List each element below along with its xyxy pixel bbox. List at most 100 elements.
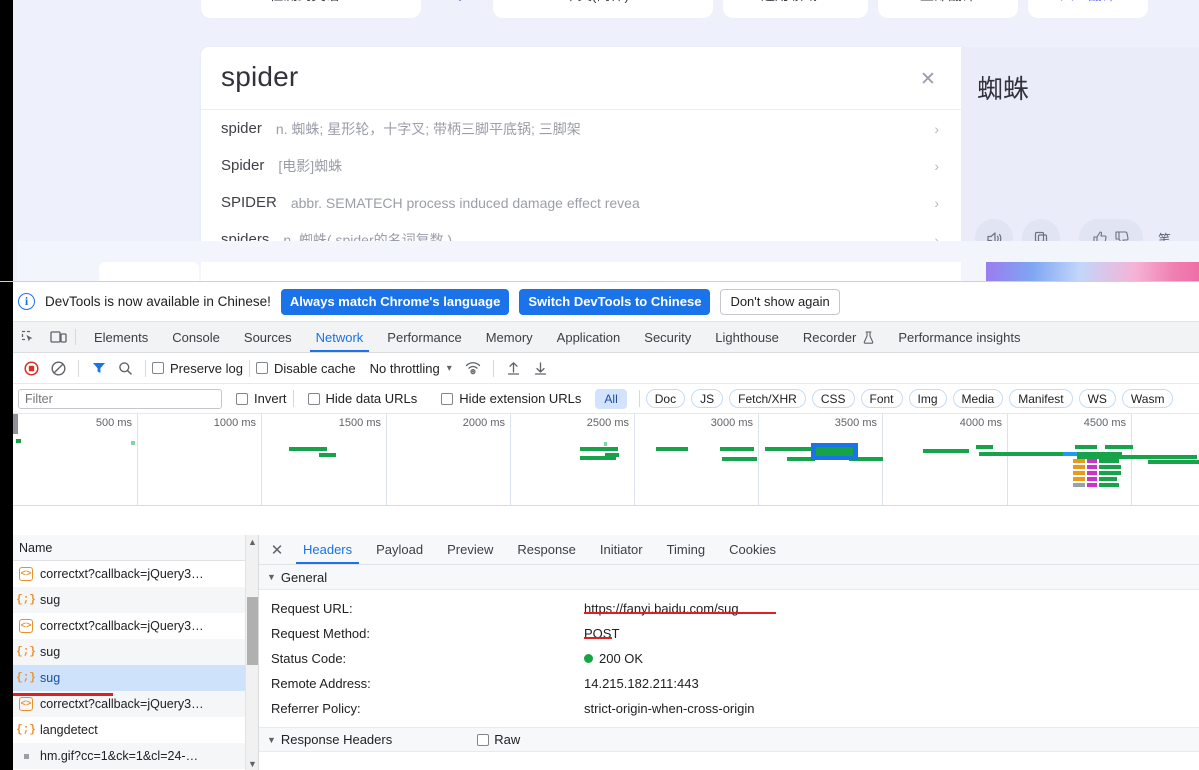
import-har-icon[interactable] bbox=[500, 355, 527, 382]
network-filter-row: Invert Hide data URLs Hide extension URL… bbox=[13, 384, 1199, 414]
filter-type-img[interactable]: Img bbox=[908, 389, 947, 408]
source-language-label: 检测到英语 bbox=[269, 0, 339, 5]
waterfall-bar bbox=[1075, 445, 1097, 449]
clear-icon[interactable] bbox=[45, 355, 72, 382]
detail-tab-cookies[interactable]: Cookies bbox=[717, 535, 788, 564]
waterfall-bar bbox=[1073, 483, 1085, 487]
devtools-panel: i DevTools is now available in Chinese! … bbox=[0, 281, 1199, 770]
header-row: Status Code: 200 OK bbox=[259, 646, 1199, 671]
detail-tab-headers[interactable]: Headers bbox=[291, 535, 364, 564]
suggestion-word: spider bbox=[221, 120, 262, 137]
detail-tab-timing[interactable]: Timing bbox=[655, 535, 718, 564]
human-translate-button[interactable]: 人工翻译 bbox=[1028, 0, 1148, 18]
request-list-item[interactable]: {;} sug bbox=[13, 587, 258, 613]
filter-type-manifest[interactable]: Manifest bbox=[1009, 389, 1073, 408]
request-list-item[interactable]: <> correctxt?callback=jQuery3… bbox=[13, 613, 258, 639]
timeline-gridline bbox=[1007, 414, 1008, 505]
waterfall-bar bbox=[1087, 465, 1097, 469]
tab-sources[interactable]: Sources bbox=[232, 322, 304, 352]
request-name: sug bbox=[40, 593, 61, 607]
request-list-item[interactable]: {;} langdetect bbox=[13, 717, 258, 743]
header-value: 200 OK bbox=[584, 651, 643, 666]
scroll-up-icon[interactable]: ▲ bbox=[246, 535, 258, 549]
tab-lighthouse[interactable]: Lighthouse bbox=[703, 322, 791, 352]
devtools-locale-banner: i DevTools is now available in Chinese! … bbox=[13, 282, 1199, 322]
tab-application[interactable]: Application bbox=[545, 322, 633, 352]
scrollbar-thumb[interactable] bbox=[247, 597, 258, 665]
disable-cache-checkbox[interactable]: Disable cache bbox=[255, 361, 356, 376]
hide-data-urls-checkbox[interactable]: Hide data URLs bbox=[307, 391, 417, 406]
request-list-item[interactable]: hm.gif?cc=1&ck=1&cl=24-… bbox=[13, 743, 258, 769]
export-har-icon[interactable] bbox=[527, 355, 554, 382]
request-list-item[interactable]: <> correctxt?callback=jQuery3… bbox=[13, 561, 258, 587]
tab-console[interactable]: Console bbox=[160, 322, 232, 352]
filter-type-fetch-xhr[interactable]: Fetch/XHR bbox=[729, 389, 806, 408]
filter-type-wasm[interactable]: Wasm bbox=[1121, 389, 1174, 408]
record-stop-icon[interactable] bbox=[18, 355, 45, 382]
request-list-scrollbar[interactable]: ▲ ▼ bbox=[245, 535, 258, 770]
swap-languages-button[interactable] bbox=[431, 0, 483, 18]
scroll-down-icon[interactable]: ▼ bbox=[246, 757, 258, 770]
always-match-language-button[interactable]: Always match Chrome's language bbox=[280, 288, 510, 315]
target-language-select[interactable]: 中文(简体) ▾ bbox=[493, 0, 713, 18]
preserve-log-checkbox[interactable]: Preserve log bbox=[152, 361, 243, 376]
info-icon: i bbox=[18, 293, 35, 310]
filter-type-css[interactable]: CSS bbox=[811, 389, 855, 408]
general-section-header[interactable]: ▼ General bbox=[259, 565, 1199, 590]
list-item[interactable]: spider n. 蜘蛛; 星形轮，十字叉; 带柄三脚平底锅; 三脚架 › bbox=[201, 110, 961, 147]
raw-checkbox[interactable]: Raw bbox=[477, 732, 520, 747]
request-list-item[interactable]: {;} sug bbox=[13, 665, 258, 691]
filter-type-js[interactable]: JS bbox=[691, 389, 724, 408]
annotation-underline bbox=[584, 611, 776, 614]
list-item[interactable]: Spider [电影]蜘蛛 › bbox=[201, 147, 961, 184]
hide-extension-urls-checkbox[interactable]: Hide extension URLs bbox=[441, 391, 581, 406]
network-conditions-icon[interactable] bbox=[460, 355, 487, 382]
overview-left-handle[interactable] bbox=[13, 414, 18, 434]
tab-memory[interactable]: Memory bbox=[474, 322, 545, 352]
waterfall-bar bbox=[1073, 471, 1085, 475]
throttling-select[interactable]: No throttling ▾ bbox=[370, 361, 452, 376]
translate-input[interactable]: spider bbox=[221, 61, 298, 93]
clear-input-icon[interactable]: ✕ bbox=[917, 69, 939, 91]
list-item[interactable]: SPIDER abbr. SEMATECH process induced da… bbox=[201, 184, 961, 221]
filter-type-media[interactable]: Media bbox=[952, 389, 1004, 408]
search-icon[interactable] bbox=[112, 355, 139, 382]
request-list-item[interactable]: {;} sug bbox=[13, 639, 258, 665]
domain-select[interactable]: 通用领域 ▾ bbox=[723, 0, 868, 18]
invert-checkbox[interactable]: Invert bbox=[236, 391, 287, 406]
detail-tab-preview[interactable]: Preview bbox=[435, 535, 505, 564]
header-row: Referrer Policy: strict-origin-when-cross… bbox=[259, 696, 1199, 721]
promo-banner[interactable] bbox=[986, 262, 1199, 281]
close-detail-icon[interactable]: ✕ bbox=[263, 535, 291, 564]
tab-recorder[interactable]: Recorder bbox=[791, 322, 886, 352]
network-overview-timeline[interactable]: 500 ms 1000 ms 1500 ms 2000 ms 2500 ms 3000 m… bbox=[13, 414, 1199, 506]
tab-network[interactable]: Network bbox=[304, 322, 376, 352]
page-scrollbar[interactable] bbox=[13, 0, 17, 281]
tab-performance-insights[interactable]: Performance insights bbox=[886, 322, 1032, 352]
generic-file-icon bbox=[19, 753, 33, 759]
chevron-right-icon: › bbox=[934, 157, 939, 174]
tab-security[interactable]: Security bbox=[632, 322, 703, 352]
response-headers-section-header[interactable]: ▼ Response Headers Raw bbox=[259, 727, 1199, 752]
translation-result-panel: 蜘蛛 笔 bbox=[961, 47, 1199, 257]
tab-performance[interactable]: Performance bbox=[375, 322, 473, 352]
dont-show-again-button[interactable]: Don't show again bbox=[720, 288, 840, 315]
detail-tab-response[interactable]: Response bbox=[505, 535, 588, 564]
checkbox-box bbox=[255, 362, 268, 374]
filter-type-ws[interactable]: WS bbox=[1078, 389, 1116, 408]
tab-recorder-label: Recorder bbox=[802, 329, 857, 345]
filter-input[interactable] bbox=[18, 388, 222, 409]
device-toolbar-icon[interactable] bbox=[43, 322, 73, 352]
translate-now-button[interactable]: 立即翻译 bbox=[878, 0, 1018, 18]
source-language-select[interactable]: 检测到英语 ▾ bbox=[201, 0, 421, 18]
inspect-icon[interactable] bbox=[13, 322, 43, 352]
filter-type-font[interactable]: Font bbox=[860, 389, 903, 408]
tab-elements[interactable]: Elements bbox=[82, 322, 160, 352]
filter-type-all[interactable]: All bbox=[595, 388, 627, 409]
detail-tab-payload[interactable]: Payload bbox=[364, 535, 435, 564]
filter-icon[interactable] bbox=[85, 355, 112, 382]
detail-tab-initiator[interactable]: Initiator bbox=[588, 535, 655, 564]
switch-devtools-to-chinese-button[interactable]: Switch DevTools to Chinese bbox=[519, 288, 711, 315]
filter-type-doc[interactable]: Doc bbox=[645, 389, 686, 408]
json-icon: {;} bbox=[16, 724, 36, 736]
